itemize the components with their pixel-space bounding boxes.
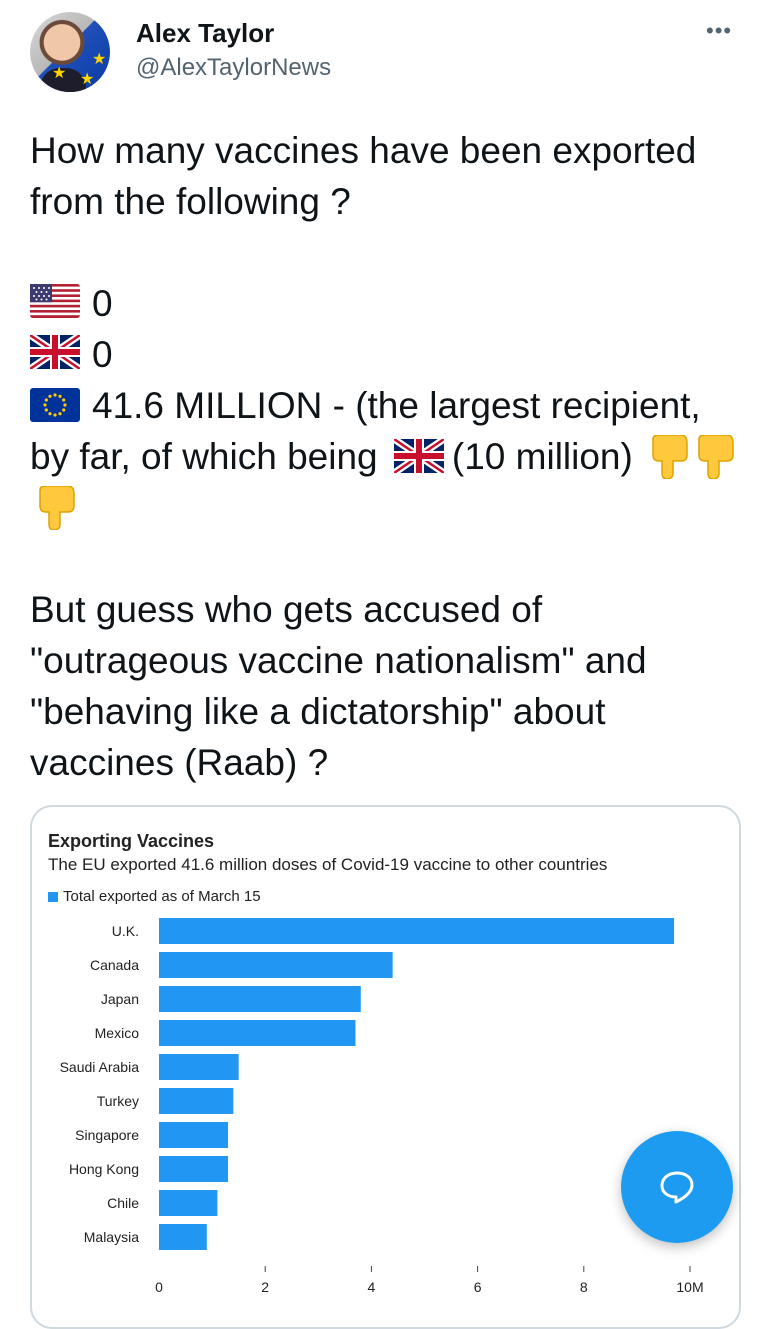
bar [159, 1088, 234, 1114]
uk-value: 0 [92, 334, 113, 375]
pointing-down-icon [647, 435, 689, 480]
x-tick-label: 0 [155, 1279, 163, 1295]
eu-suffix: (10 million) [451, 436, 633, 477]
uk-flag-icon [393, 439, 444, 474]
eu-line: 41.6 MILLION - (the largest recipient, b… [30, 380, 745, 533]
uk-line: 0 [30, 329, 745, 380]
bar [159, 1190, 218, 1216]
more-options-icon[interactable]: ••• [706, 18, 732, 44]
category-label: Malaysia [84, 1229, 139, 1245]
avatar[interactable]: ★ ★ ★ [30, 12, 110, 92]
bar [159, 1122, 229, 1148]
bar [159, 1020, 356, 1046]
pointing-down-icon [34, 486, 76, 531]
author-name[interactable]: Alex Taylor [136, 18, 274, 49]
category-label: Japan [101, 991, 139, 1007]
bar [159, 1224, 207, 1250]
x-tick-label: 8 [580, 1279, 588, 1295]
chart-card[interactable]: Exporting Vaccines The EU exported 41.6 … [30, 805, 741, 1329]
us-flag-icon [30, 283, 80, 318]
uk-flag-icon [30, 334, 80, 369]
eu-flag-icon [30, 388, 80, 423]
bar [159, 918, 675, 944]
compose-button[interactable] [621, 1131, 733, 1243]
category-label: Canada [90, 957, 139, 973]
x-tick-label: 4 [368, 1279, 376, 1295]
star-icon: ★ [52, 65, 67, 82]
us-line: 0 [30, 278, 745, 329]
bar [159, 952, 393, 978]
x-tick-label: 6 [474, 1279, 482, 1295]
bar-chart: U.K. Canada Japan Mexico Saudi Arabia Turkey S… [60, 918, 704, 1295]
category-label: U.K. [112, 923, 139, 939]
us-value: 0 [92, 283, 113, 324]
category-label: Chile [107, 1195, 139, 1211]
tweet-text: How many vaccines have been exported fro… [30, 125, 745, 788]
category-label: Turkey [97, 1093, 139, 1109]
bar [159, 1054, 239, 1080]
star-icon: ★ [80, 71, 95, 88]
tweet-closing: But guess who gets accused of "outrageou… [30, 589, 647, 783]
pointing-down-icon [693, 435, 735, 480]
author-handle[interactable]: @AlexTaylorNews [136, 54, 331, 82]
category-label: Singapore [75, 1127, 139, 1143]
bar [159, 986, 361, 1012]
star-icon: ★ [92, 51, 107, 68]
x-tick-label: 10M [676, 1279, 703, 1295]
compose-reply-icon [660, 1171, 694, 1204]
tweet-intro: How many vaccines have been exported fro… [30, 130, 697, 222]
category-label: Hong Kong [69, 1161, 139, 1177]
x-tick-label: 2 [261, 1279, 269, 1295]
category-label: Mexico [95, 1025, 140, 1041]
bar [159, 1156, 229, 1182]
category-label: Saudi Arabia [60, 1059, 140, 1075]
